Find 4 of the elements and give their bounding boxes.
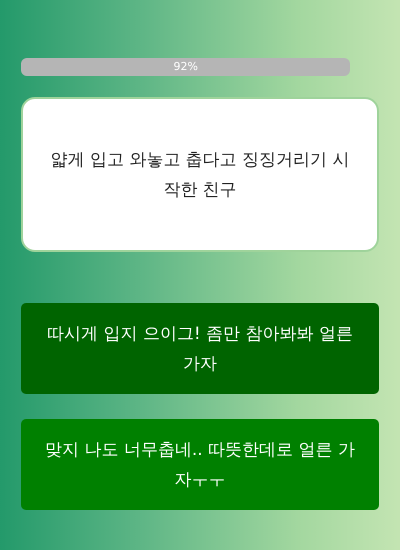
question-text: 얇게 입고 와놓고 춥다고 징징거리기 시작한 친구 — [49, 148, 351, 202]
answer-button[interactable]: 맞지 나도 너무춥네.. 따뜻한데로 얼른 가자ㅜㅜ — [21, 419, 379, 510]
progress-bar: 92% — [21, 58, 350, 76]
answer-button[interactable]: 따시게 입지 으이그! 좀만 참아봐봐 얼른 가자 — [21, 303, 379, 394]
